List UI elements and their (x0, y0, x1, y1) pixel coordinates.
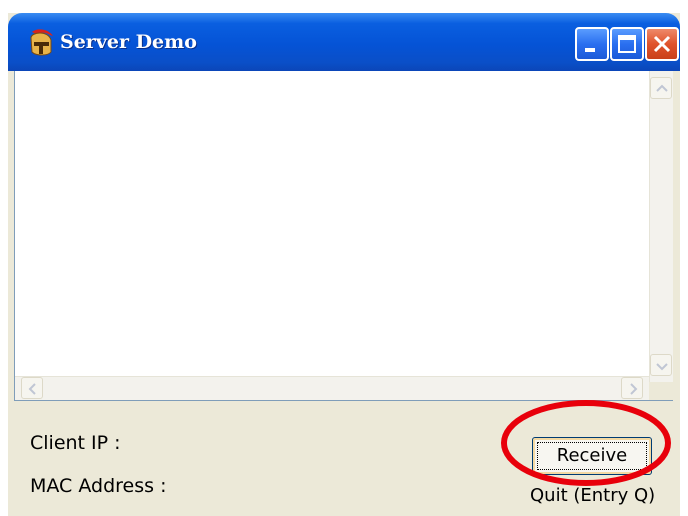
horizontal-scrollbar[interactable] (15, 376, 649, 400)
quit-hint: Quit (Entry Q) (530, 485, 656, 506)
minimize-button[interactable] (575, 27, 609, 61)
scroll-up-button[interactable] (650, 77, 672, 99)
scroll-down-button[interactable] (650, 354, 672, 376)
maximize-button[interactable] (610, 27, 644, 61)
chevron-down-icon (656, 363, 668, 371)
output-textarea[interactable] (14, 71, 673, 401)
scroll-left-button[interactable] (21, 377, 43, 399)
title-bar[interactable]: Server Demo (8, 13, 680, 71)
chevron-up-icon (656, 84, 668, 92)
minimize-icon (585, 48, 595, 52)
spartan-helmet-icon (26, 28, 56, 58)
chevron-left-icon (28, 383, 36, 395)
scrollbar-corner (649, 382, 673, 400)
window-title: Server Demo (60, 31, 197, 53)
close-icon (653, 35, 671, 53)
mac-address-label: MAC Address : (30, 475, 167, 497)
scroll-right-button[interactable] (621, 377, 643, 399)
receive-button[interactable]: Receive (532, 437, 652, 475)
client-ip-label: Client IP : (30, 432, 121, 454)
close-button[interactable] (645, 27, 679, 61)
focus-outline (537, 442, 647, 470)
vertical-scrollbar[interactable] (649, 71, 673, 383)
server-demo-window: Server Demo Client IP: MAC Address: Re… (8, 13, 680, 516)
chevron-right-icon (630, 383, 638, 395)
maximize-icon (618, 35, 636, 53)
